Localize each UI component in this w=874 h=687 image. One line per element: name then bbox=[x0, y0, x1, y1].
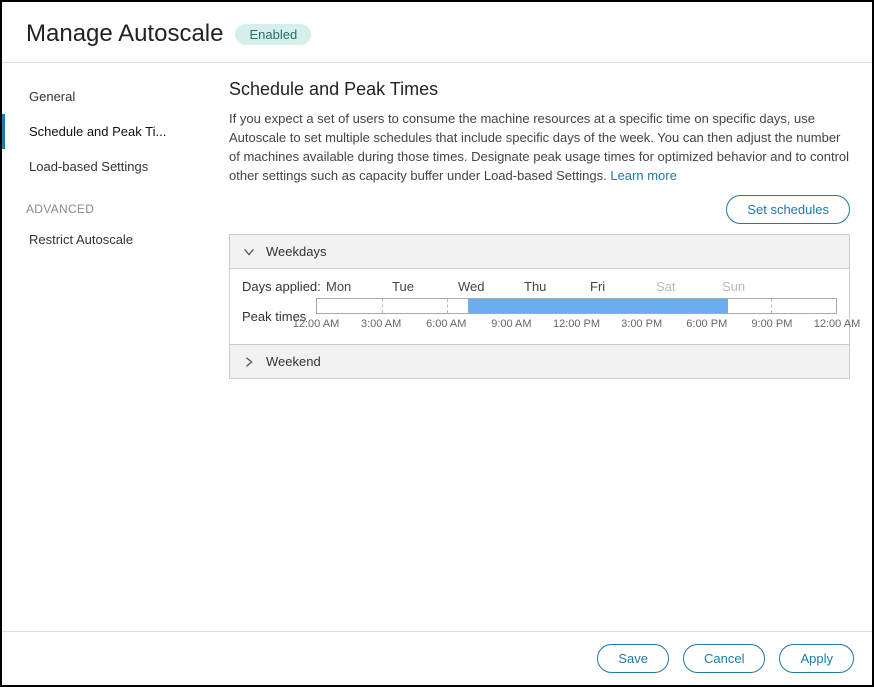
sidebar-item-general[interactable]: General bbox=[2, 79, 207, 114]
days-list: MonTueWedThuFriSatSun bbox=[326, 279, 837, 294]
chevron-down-icon bbox=[242, 245, 256, 259]
tick-label: 3:00 AM bbox=[361, 318, 401, 330]
set-schedules-button[interactable]: Set schedules bbox=[726, 195, 850, 224]
sidebar-section-advanced: ADVANCED bbox=[2, 184, 207, 222]
day-label: Thu bbox=[524, 279, 590, 294]
peak-bar-wrap: 12:00 AM3:00 AM6:00 AM9:00 AM12:00 PM3:0… bbox=[316, 296, 837, 336]
description-text: If you expect a set of users to consume … bbox=[229, 111, 849, 183]
tick-label: 12:00 AM bbox=[814, 318, 860, 330]
day-label: Wed bbox=[458, 279, 524, 294]
day-label: Fri bbox=[590, 279, 656, 294]
weekend-header[interactable]: Weekend bbox=[230, 345, 849, 378]
save-button[interactable]: Save bbox=[597, 644, 669, 673]
tick-line bbox=[382, 299, 383, 313]
day-label: Sun bbox=[722, 279, 788, 294]
schedule-block: Weekdays Days applied: MonTueWedThuFriSa… bbox=[229, 234, 850, 379]
sidebar-nav: General Schedule and Peak Ti... Load-bas… bbox=[2, 63, 207, 631]
day-label: Sat bbox=[656, 279, 722, 294]
section-title: Schedule and Peak Times bbox=[229, 79, 850, 100]
page-header: Manage Autoscale Enabled bbox=[2, 2, 872, 63]
tick-label: 6:00 PM bbox=[686, 318, 727, 330]
weekdays-body: Days applied: MonTueWedThuFriSatSun Peak… bbox=[230, 269, 849, 345]
weekdays-title: Weekdays bbox=[266, 244, 326, 259]
tick-line bbox=[447, 299, 448, 313]
sidebar-item-restrict-autoscale[interactable]: Restrict Autoscale bbox=[2, 222, 207, 257]
tick-label: 12:00 PM bbox=[553, 318, 600, 330]
status-badge: Enabled bbox=[235, 24, 311, 45]
footer-actions: Save Cancel Apply bbox=[2, 631, 872, 685]
weekend-title: Weekend bbox=[266, 354, 321, 369]
tick-label: 6:00 AM bbox=[426, 318, 466, 330]
peak-bar[interactable] bbox=[316, 298, 837, 314]
day-label: Tue bbox=[392, 279, 458, 294]
weekdays-header[interactable]: Weekdays bbox=[230, 235, 849, 269]
tick-label: 3:00 PM bbox=[621, 318, 662, 330]
sidebar-item-schedule-peak-times[interactable]: Schedule and Peak Ti... bbox=[2, 114, 207, 149]
peak-fill[interactable] bbox=[468, 299, 728, 313]
tick-label: 9:00 AM bbox=[491, 318, 531, 330]
tick-label: 12:00 AM bbox=[293, 318, 339, 330]
apply-button[interactable]: Apply bbox=[779, 644, 854, 673]
days-applied-row: Days applied: MonTueWedThuFriSatSun bbox=[242, 279, 837, 294]
cancel-button[interactable]: Cancel bbox=[683, 644, 765, 673]
day-label: Mon bbox=[326, 279, 392, 294]
chevron-right-icon bbox=[242, 355, 256, 369]
main-panel: Schedule and Peak Times If you expect a … bbox=[207, 63, 872, 631]
learn-more-link[interactable]: Learn more bbox=[610, 168, 676, 183]
days-applied-label: Days applied: bbox=[242, 279, 326, 294]
page-title: Manage Autoscale bbox=[26, 20, 223, 48]
tick-labels: 12:00 AM3:00 AM6:00 AM9:00 AM12:00 PM3:0… bbox=[316, 318, 837, 336]
sidebar-item-load-based-settings[interactable]: Load-based Settings bbox=[2, 149, 207, 184]
section-description: If you expect a set of users to consume … bbox=[229, 110, 850, 185]
tick-line bbox=[771, 299, 772, 313]
tick-label: 9:00 PM bbox=[751, 318, 792, 330]
peak-times-row: Peak times 12:00 AM3:00 AM6:00 AM9:00 AM… bbox=[242, 296, 837, 336]
